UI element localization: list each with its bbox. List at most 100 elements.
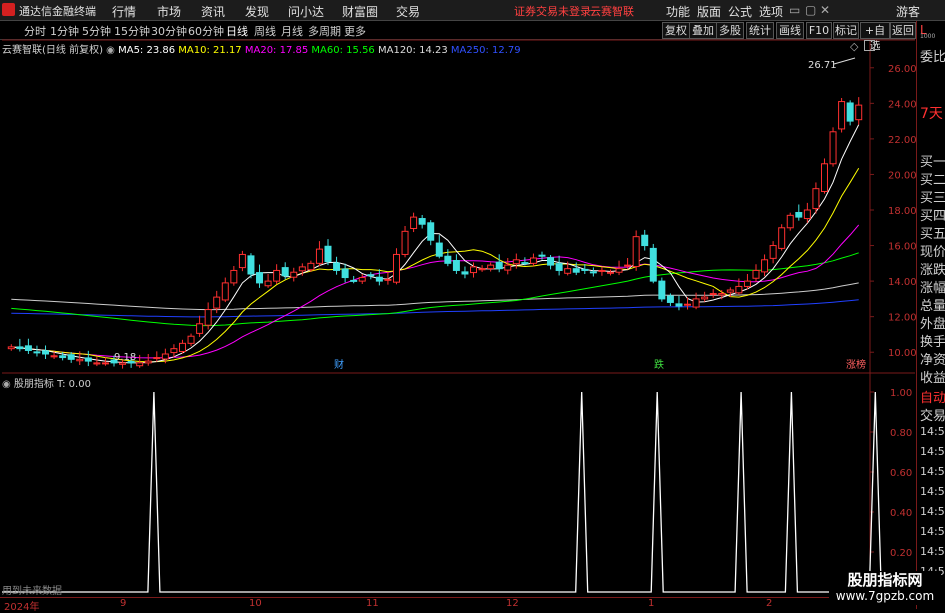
candle-body — [136, 362, 144, 367]
candle-body — [76, 358, 84, 362]
candle-body — [196, 323, 204, 334]
max-price-arrow — [833, 57, 856, 65]
watermark: 股朋指标网 www.7gpzb.com — [829, 571, 941, 605]
candle-body — [701, 296, 709, 300]
candle-body — [726, 289, 734, 293]
candle-body — [752, 269, 760, 279]
candle-body — [684, 303, 692, 306]
tick-time: 14:56 — [920, 425, 945, 438]
ma250-label: MA250: 12.79 — [450, 45, 521, 56]
candle-body — [658, 280, 666, 300]
x-tick: 11 — [366, 598, 379, 609]
panel-change: 涨跌 — [920, 263, 945, 278]
event-marker: 财 — [334, 358, 344, 371]
candle-body — [333, 262, 341, 271]
candle-body — [59, 355, 67, 359]
panel-change-pct: 涨幅 — [920, 281, 945, 296]
candle-body — [718, 293, 726, 296]
indicator-toggle-icon[interactable]: ◉ — [2, 379, 11, 390]
candle-body — [624, 264, 632, 267]
ma-legend: 云赛智联(日线 前复权) ◉ MA5: 23.86 MA10: 21.17 MA… — [2, 41, 521, 56]
candle-body — [392, 253, 400, 283]
candle-body — [735, 285, 743, 294]
candle-body — [452, 259, 460, 271]
candle-body — [855, 104, 863, 121]
panel-trade[interactable]: 交易 — [920, 405, 945, 424]
candle-body — [504, 264, 512, 271]
panel-price: 现价 — [920, 245, 945, 260]
candle-body — [555, 263, 563, 271]
panel-turnover: 换手 — [920, 335, 945, 350]
candle-body — [512, 259, 520, 265]
candle-body — [495, 261, 503, 270]
kline-chart[interactable]: 26.00 24.00 22.00 20.00 18.00 16.00 14.00 12.00… — [0, 0, 916, 609]
tick-time: 14:56 — [920, 445, 945, 458]
candle-body — [350, 279, 358, 282]
panel-outer: 外盘 — [920, 317, 945, 332]
candle-body — [521, 262, 529, 265]
event-marker: 跌 — [654, 358, 664, 371]
candle-body — [144, 360, 152, 364]
candle-body — [427, 222, 435, 241]
candle-body — [358, 277, 366, 282]
ma60-label: MA60: 15.56 — [311, 45, 375, 56]
min-price-label: 9.18 — [114, 352, 136, 363]
price-tick-label: 18.00 — [888, 206, 916, 217]
candle-body — [529, 257, 537, 264]
expand-icon[interactable] — [864, 40, 875, 51]
candle-body — [367, 274, 375, 277]
candle-body — [178, 342, 186, 353]
candle-body — [101, 362, 109, 365]
candle-body — [324, 245, 332, 263]
candle-body — [170, 348, 178, 354]
candle-body — [84, 357, 92, 362]
candle-body — [666, 295, 674, 303]
watermark-url: www.7gpzb.com — [835, 589, 935, 603]
candle-body — [247, 255, 255, 275]
candle-body — [769, 245, 777, 259]
x-tick: 10 — [249, 598, 262, 609]
candle-body — [564, 268, 572, 274]
panel-buy4: 买四 — [920, 209, 945, 224]
price-tick-label: 26.00 — [888, 64, 916, 75]
x-tick: 9 — [120, 598, 127, 609]
candle-body — [444, 255, 452, 264]
panel-bid-ratio: 委比 — [920, 50, 945, 65]
candle-body — [572, 268, 580, 273]
candle-body — [298, 266, 306, 272]
candle-body — [786, 214, 794, 229]
indicator-tick-label: 0.20 — [890, 548, 912, 559]
candle-body — [256, 272, 264, 284]
candle-body — [238, 253, 246, 269]
ma10-line — [11, 167, 860, 363]
candle-body — [7, 346, 15, 350]
candle-body — [538, 254, 546, 257]
panel-buy3: 买三 — [920, 191, 945, 206]
candle-body — [42, 350, 50, 355]
candle-body — [290, 271, 298, 278]
price-tick-label: 22.00 — [888, 135, 916, 146]
candle-body — [838, 101, 846, 130]
candle-body — [435, 242, 443, 257]
candle-body — [547, 257, 555, 266]
candle-body — [16, 346, 24, 350]
settings-diamond-icon[interactable]: ◇ — [850, 40, 858, 53]
dropdown-icon[interactable]: ◉ — [106, 45, 115, 56]
candle-body — [641, 234, 649, 247]
candle-body — [846, 102, 854, 122]
candle-body — [93, 362, 101, 365]
price-tick-label: 10.00 — [888, 348, 916, 359]
candle-body — [743, 280, 751, 287]
panel-auto[interactable]: 自动 — [920, 387, 945, 406]
indicator-tick-label: 1.00 — [890, 388, 912, 399]
candle-body — [33, 351, 41, 354]
panel-buy2: 买二 — [920, 173, 945, 188]
candle-body — [281, 267, 289, 277]
candle-body — [581, 268, 589, 271]
candle-body — [418, 218, 426, 225]
candle-body — [649, 247, 657, 282]
ma120-label: MA120: 14.23 — [377, 45, 448, 56]
tick-time: 14:56 — [920, 545, 945, 558]
candle-body — [67, 354, 75, 360]
candle-body — [204, 309, 212, 326]
